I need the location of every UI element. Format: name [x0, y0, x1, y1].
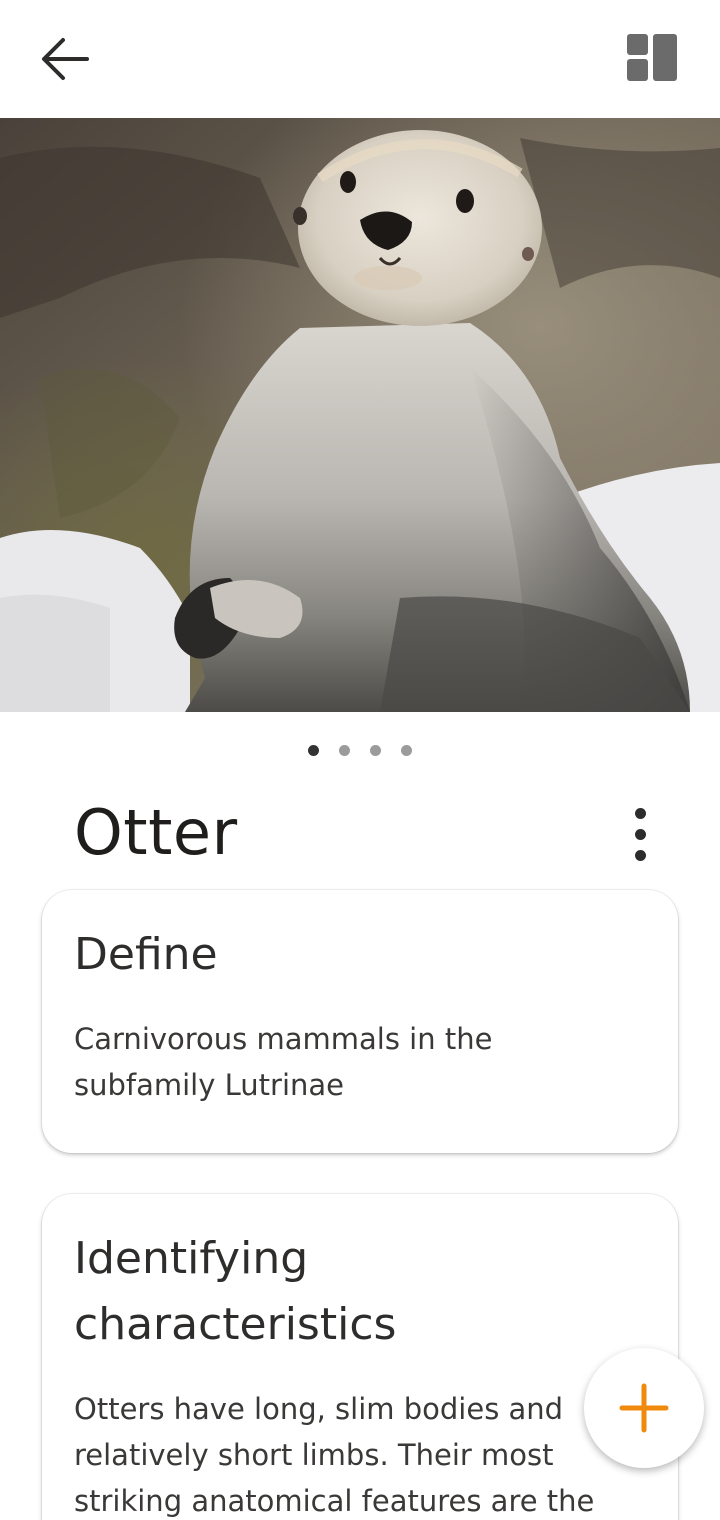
- card-title: Define: [74, 929, 218, 980]
- more-vertical-icon: [634, 807, 646, 819]
- pager-dot[interactable]: [370, 744, 381, 756]
- page-title: Otter: [74, 796, 238, 869]
- app-screen: Otter Define Carnivorous mammals in the …: [0, 0, 720, 1520]
- more-options-button[interactable]: [616, 806, 664, 862]
- hero-image-otter[interactable]: [0, 118, 720, 712]
- layout-toggle-button[interactable]: [616, 26, 688, 92]
- back-button[interactable]: [30, 26, 100, 92]
- card-body: Carnivorous mammals in the subfamily Lut…: [74, 1022, 493, 1102]
- add-fab-button[interactable]: [584, 1348, 704, 1468]
- image-pager: [0, 740, 720, 760]
- plus-icon: [619, 1383, 669, 1433]
- pager-dot[interactable]: [339, 744, 350, 756]
- pager-dot-active[interactable]: [308, 744, 319, 756]
- top-app-bar: [0, 0, 720, 118]
- card-title: Identifying characteristics: [74, 1233, 397, 1350]
- otter-photo: [0, 118, 720, 712]
- definition-card[interactable]: Define Carnivorous mammals in the subfam…: [42, 890, 678, 1153]
- arrow-left-icon: [42, 38, 89, 80]
- pager-dot[interactable]: [401, 744, 412, 756]
- card-body: Otters have long, slim bodies and relati…: [74, 1392, 595, 1518]
- dashboard-layout-icon: [627, 34, 677, 81]
- characteristics-card[interactable]: Identifying characteristics Otters have …: [42, 1194, 678, 1520]
